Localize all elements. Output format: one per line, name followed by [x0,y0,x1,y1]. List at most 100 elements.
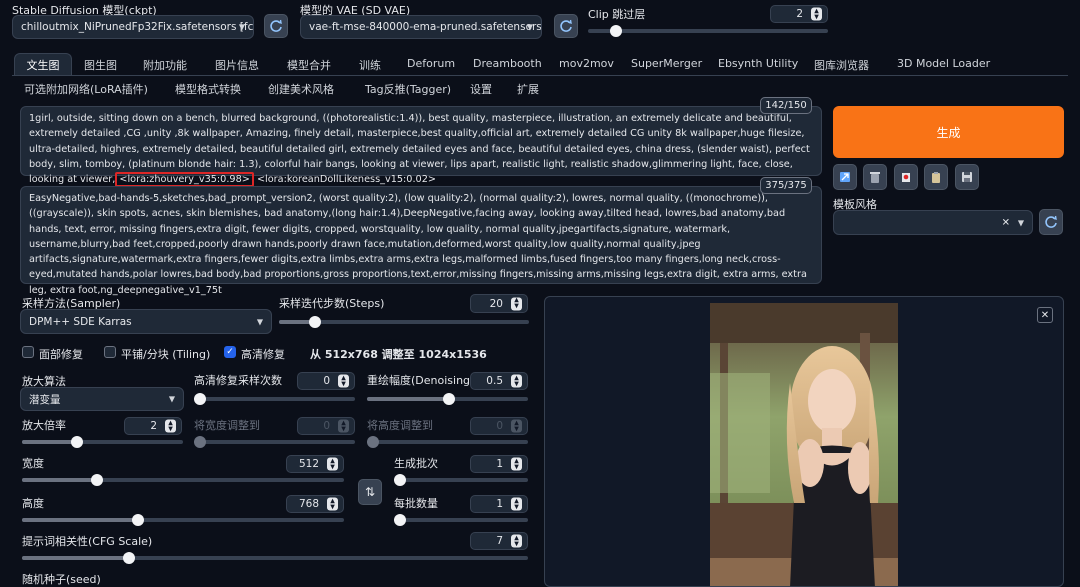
hires-steps-label: 高清修复采样次数 [194,374,282,387]
tab-train[interactable]: 训练 [359,57,381,73]
slider-thumb[interactable] [91,474,103,486]
slider-thumb[interactable] [394,514,406,526]
chevron-down-icon: ▼ [1017,218,1024,227]
height-label: 高度 [22,497,44,510]
tab-settings[interactable]: 设置 [470,81,492,97]
cfg-scale-slider[interactable] [22,552,528,564]
upscale-by-input[interactable]: 2 ▲ ▼ [124,417,182,435]
output-gallery: ✕ [544,296,1064,587]
width-slider[interactable] [22,474,344,486]
chevron-down-icon: ▼ [168,394,175,404]
main-tabs: 文生图 图生图 附加功能 图片信息 模型合并 训练 Deforum Dreamb… [0,53,1080,76]
denoising-slider[interactable] [367,393,528,405]
show-extra-networks-button[interactable] [894,164,918,190]
width-input[interactable]: 512 ▲ ▼ [286,455,344,473]
stepper-icon: ▲ ▼ [511,457,522,471]
slider-thumb[interactable] [394,474,406,486]
restore-faces-checkbox[interactable] [22,346,34,358]
height-slider[interactable] [22,514,344,526]
tab-txt2img[interactable]: 文生图 [14,53,72,76]
refresh-vae-button[interactable] [554,14,578,38]
tab-dreambooth[interactable]: Dreambooth [473,57,542,70]
resize-width-slider [194,436,355,448]
slider-fill [22,440,77,444]
slider-fill [22,518,138,522]
style-dropdown[interactable]: ✕ ▼ [833,210,1033,235]
slider-thumb[interactable] [71,436,83,448]
save-style-button[interactable] [955,164,979,190]
batch-size-input[interactable]: 1 ▲ ▼ [470,495,528,513]
ckpt-dropdown[interactable]: chilloutmix_NiPrunedFp32Fix.safetensors … [12,15,254,39]
negative-prompt-textarea[interactable]: EasyNegative,bad-hands-5,sketches,bad_pr… [20,186,822,296]
apply-style-button[interactable] [924,164,948,190]
restore-faces-label: 面部修复 [39,348,83,361]
swap-dimensions-button[interactable]: ⇅ [358,479,382,505]
denoising-input[interactable]: 0.5 ▲ ▼ [470,372,528,390]
hires-fix-checkbox[interactable]: ✓ [224,346,236,358]
close-icon[interactable]: ✕ [1037,307,1053,323]
batch-count-input[interactable]: 1 ▲ ▼ [470,455,528,473]
sampler-value: DPM++ SDE Karras [29,315,132,328]
tab-tagger[interactable]: Tag反推(Tagger) [365,81,451,97]
clip-skip-slider[interactable] [588,25,828,37]
hires-steps-input[interactable]: 0 ▲ ▼ [297,372,355,390]
tab-img2img[interactable]: 图生图 [84,57,117,73]
batch-count-label: 生成批次 [394,457,438,470]
height-input[interactable]: 768 ▲ ▼ [286,495,344,513]
steps-input[interactable]: 20 ▲ ▼ [470,294,528,313]
tab-image-browser[interactable]: 图库浏览器 [814,57,869,73]
tab-png-info[interactable]: 图片信息 [215,57,259,73]
tab-model-converter[interactable]: 模型格式转换 [175,81,241,97]
batch-count-value: 1 [496,458,503,470]
slider-thumb[interactable] [610,25,622,37]
batch-size-label: 每批数量 [394,497,438,510]
tab-lora-additional-networks[interactable]: 可选附加网络(LoRA插件) [24,81,148,97]
refresh-styles-button[interactable] [1039,209,1063,235]
tab-checkpoint-merger[interactable]: 模型合并 [287,57,331,73]
refresh-icon [1045,215,1057,228]
clip-skip-input[interactable]: 2 ▲ ▼ [770,5,828,23]
read-params-button[interactable] [833,164,857,190]
tab-extensions[interactable]: 扩展 [517,81,539,97]
tab-ebsynth-utility[interactable]: Ebsynth Utility [718,57,798,70]
stepper-icon: ▲ ▼ [327,457,338,471]
tiling-checkbox[interactable] [104,346,116,358]
sampler-dropdown[interactable]: DPM++ SDE Karras ▼ [20,309,272,334]
slider-thumb[interactable] [443,393,455,405]
resize-height-value: 0 [496,420,503,432]
hires-steps-slider[interactable] [194,393,355,405]
slider-thumb [367,436,379,448]
slider-fill [22,556,129,560]
slider-thumb[interactable] [309,316,321,328]
batch-count-slider[interactable] [394,474,528,486]
cfg-scale-label: 提示词相关性(CFG Scale) [22,535,153,548]
refresh-icon [270,19,282,32]
tab-3d-model-loader[interactable]: 3D Model Loader [897,57,990,70]
slider-thumb[interactable] [123,552,135,564]
cfg-scale-input[interactable]: 7 ▲ ▼ [470,532,528,550]
tab-extras[interactable]: 附加功能 [143,57,187,73]
clear-prompt-button[interactable] [863,164,887,190]
tab-supermerger[interactable]: SuperMerger [631,57,702,70]
tab-deforum[interactable]: Deforum [407,57,455,70]
steps-slider[interactable] [279,316,529,328]
batch-size-slider[interactable] [394,514,528,526]
cfg-scale-value: 7 [496,535,503,547]
resize-height-slider [367,436,528,448]
stepper-icon: ▲ ▼ [511,497,522,511]
clear-icon[interactable]: ✕ [1002,217,1010,228]
stepper-icon: ▲ ▼ [327,497,338,511]
slider-thumb[interactable] [132,514,144,526]
vae-dropdown[interactable]: vae-ft-mse-840000-ema-pruned.safetensors… [300,15,542,39]
stepper-icon: ▲ ▼ [511,534,522,548]
tab-mov2mov[interactable]: mov2mov [559,57,614,70]
resize-width-input: 0 ▲ ▼ [297,417,355,435]
upscale-by-slider[interactable] [22,436,183,448]
slider-thumb[interactable] [194,393,206,405]
prompt-textarea[interactable]: 1girl, outside, sitting down on a bench,… [20,106,822,188]
upscaler-dropdown[interactable]: 潜变量 ▼ [20,387,184,411]
generate-button[interactable]: 生成 [833,106,1064,158]
generated-image[interactable] [710,303,898,586]
refresh-ckpt-button[interactable] [264,14,288,38]
tab-create-aesthetic[interactable]: 创建美术风格 [268,81,334,97]
